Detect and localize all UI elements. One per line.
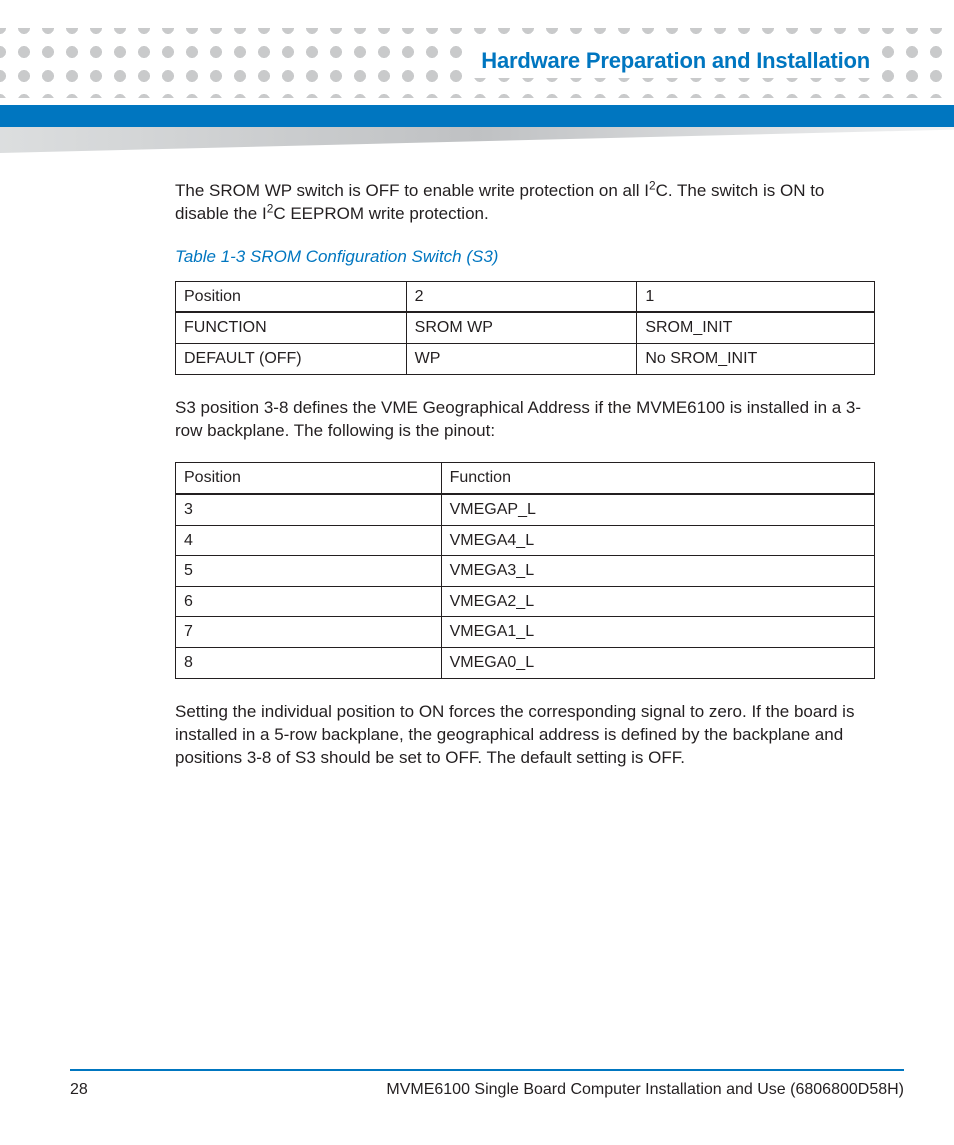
table-cell: SROM_INIT (637, 312, 875, 343)
table-row: 6 VMEGA2_L (176, 586, 875, 617)
table-row: Position 2 1 (176, 281, 875, 312)
header-blue-bar (0, 105, 954, 127)
table-row: FUNCTION SROM WP SROM_INIT (176, 312, 875, 343)
table-cell: Position (176, 281, 407, 312)
table-row: 3 VMEGAP_L (176, 494, 875, 525)
table-pinout: Position Function 3 VMEGAP_L 4 VMEGA4_L … (175, 462, 875, 678)
table-cell: 6 (176, 586, 442, 617)
table-cell: 5 (176, 556, 442, 587)
table-cell: DEFAULT (OFF) (176, 344, 407, 375)
table-row: DEFAULT (OFF) WP No SROM_INIT (176, 344, 875, 375)
page-footer: 28 MVME6100 Single Board Computer Instal… (70, 1069, 904, 1099)
page-content: The SROM WP switch is OFF to enable writ… (175, 180, 875, 789)
table-cell: 4 (176, 525, 442, 556)
table-cell: 2 (406, 281, 637, 312)
table-cell: 8 (176, 648, 442, 679)
table-srom-config: Position 2 1 FUNCTION SROM WP SROM_INIT … (175, 281, 875, 375)
table-cell: 1 (637, 281, 875, 312)
table-row: 7 VMEGA1_L (176, 617, 875, 648)
paragraph-srom-wp: The SROM WP switch is OFF to enable writ… (175, 180, 875, 226)
text: The SROM WP switch is OFF to enable writ… (175, 181, 649, 200)
doc-title: MVME6100 Single Board Computer Installat… (130, 1081, 904, 1099)
section-title: Hardware Preparation and Installation (471, 44, 880, 78)
table-cell: VMEGA3_L (441, 556, 874, 587)
table-cell: VMEGA1_L (441, 617, 874, 648)
table-cell: No SROM_INIT (637, 344, 875, 375)
table-caption: Table 1-3 SROM Configuration Switch (S3) (175, 246, 875, 269)
superscript: 2 (649, 178, 656, 192)
header-wedge (0, 127, 954, 153)
table-cell: 7 (176, 617, 442, 648)
table-row: 8 VMEGA0_L (176, 648, 875, 679)
table-cell: 3 (176, 494, 442, 525)
page-number: 28 (70, 1081, 130, 1099)
paragraph-setting-on: Setting the individual position to ON fo… (175, 701, 875, 770)
table-cell: Position (176, 463, 442, 494)
table-cell: SROM WP (406, 312, 637, 343)
table-row: 4 VMEGA4_L (176, 525, 875, 556)
table-row: 5 VMEGA3_L (176, 556, 875, 587)
table-row: Position Function (176, 463, 875, 494)
table-cell: WP (406, 344, 637, 375)
table-cell: FUNCTION (176, 312, 407, 343)
text: C EEPROM write protection. (273, 204, 488, 223)
table-cell: Function (441, 463, 874, 494)
table-cell: VMEGA4_L (441, 525, 874, 556)
paragraph-geo-addr: S3 position 3-8 defines the VME Geograph… (175, 397, 875, 443)
table-cell: VMEGAP_L (441, 494, 874, 525)
table-cell: VMEGA0_L (441, 648, 874, 679)
table-cell: VMEGA2_L (441, 586, 874, 617)
